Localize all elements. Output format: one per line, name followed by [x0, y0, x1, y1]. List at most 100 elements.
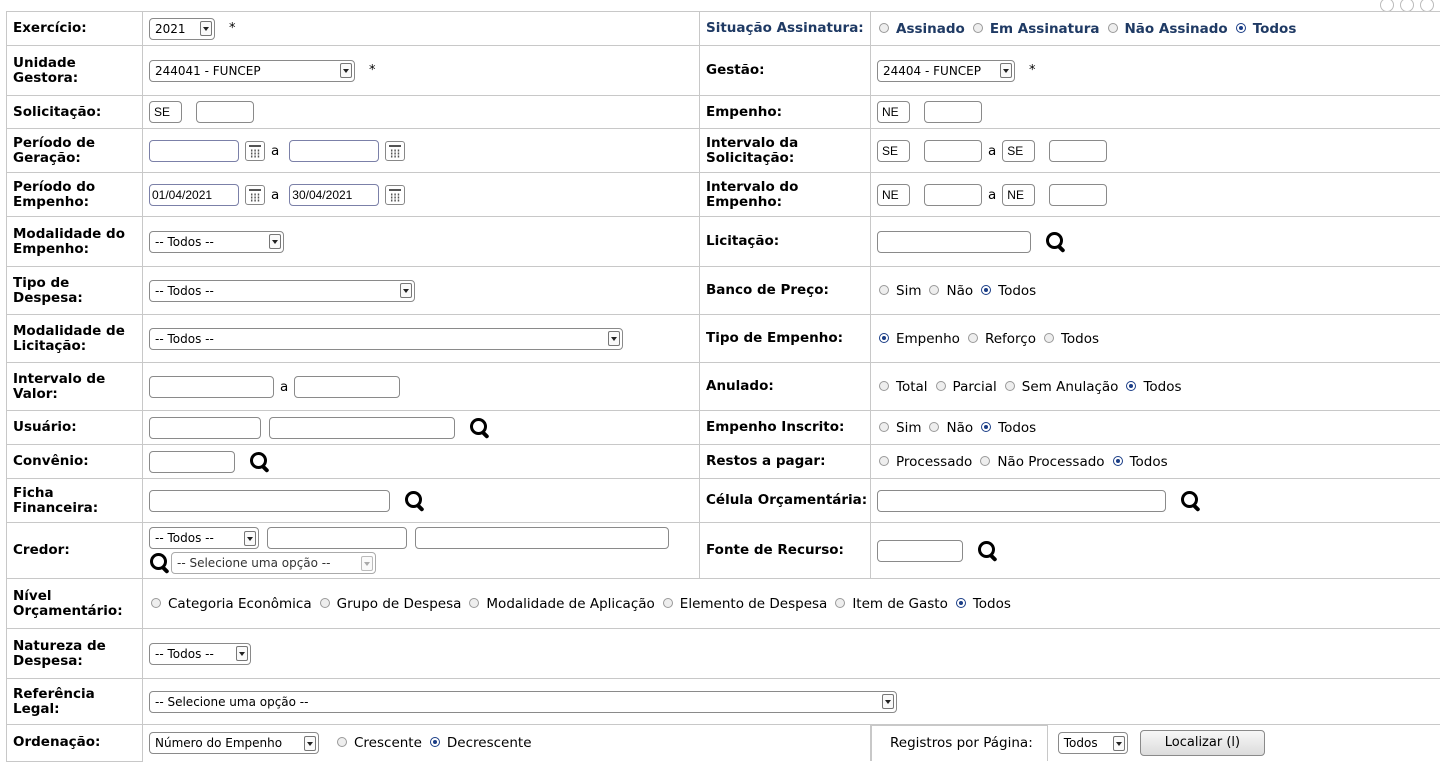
- intervalo-valor-from-input[interactable]: [149, 375, 274, 398]
- ordenacao-radio-crescente[interactable]: [337, 737, 347, 747]
- anulado-radio-total[interactable]: [879, 380, 889, 391]
- nivel-radio-categoria[interactable]: [151, 597, 161, 608]
- range-separator: a: [280, 378, 289, 395]
- calendar-icon[interactable]: [245, 184, 265, 205]
- periodo-geracao-to-input[interactable]: [289, 139, 380, 162]
- radio-label: Reforço: [984, 330, 1036, 347]
- intervalo-solicitacao-label: Intervalo da Solicitação:: [699, 128, 871, 173]
- intervalo-empenho-from-input[interactable]: [924, 183, 982, 206]
- ordenacao-select[interactable]: Número do Empenho: [149, 732, 319, 754]
- nivel-radio-modalidade[interactable]: [469, 597, 480, 608]
- credor-type-value: -- Todos --: [155, 531, 214, 545]
- anulado-label: Anulado:: [699, 362, 871, 411]
- anulado-radio-todos[interactable]: [1126, 380, 1137, 391]
- banco-preco-radio-sim[interactable]: [879, 284, 889, 295]
- nivel-radio-elemento[interactable]: [662, 597, 673, 608]
- modalidade-empenho-value: -- Todos --: [155, 234, 214, 249]
- required-marker: *: [369, 63, 376, 78]
- intervalo-empenho-to-input[interactable]: [1049, 183, 1108, 206]
- solicitacao-number-input[interactable]: [196, 101, 254, 123]
- licitacao-input[interactable]: [877, 230, 1031, 253]
- registros-select[interactable]: Todos: [1057, 732, 1128, 754]
- radio-label: Item de Gasto: [852, 595, 948, 612]
- tipo-empenho-radio-empenho[interactable]: [879, 332, 889, 343]
- empenho-inscrito-radio-nao[interactable]: [929, 421, 940, 432]
- search-icon[interactable]: [249, 451, 271, 473]
- tipo-despesa-label: Tipo de Despesa:: [6, 266, 143, 315]
- periodo-empenho-label: Período do Empenho:: [6, 172, 143, 217]
- empenho-inscrito-radio-sim[interactable]: [879, 421, 889, 432]
- periodo-empenho-to-input[interactable]: 30/04/2021: [289, 183, 380, 206]
- referencia-select[interactable]: -- Selecione uma opção --: [149, 690, 897, 713]
- radio-label: Total: [896, 378, 928, 395]
- fonte-label: Fonte de Recurso:: [699, 522, 871, 579]
- credor-option-select[interactable]: -- Selecione uma opção --: [171, 552, 376, 574]
- banco-preco-radio-todos[interactable]: [981, 284, 992, 295]
- empenho-inscrito-radio-todos[interactable]: [981, 421, 992, 432]
- banco-preco-radio-nao[interactable]: [929, 284, 940, 295]
- search-icon[interactable]: [1045, 231, 1067, 253]
- fonte-input[interactable]: [877, 539, 963, 562]
- convenio-input[interactable]: [149, 450, 235, 473]
- credor-label: Credor:: [6, 522, 143, 579]
- natureza-select[interactable]: -- Todos --: [149, 642, 251, 665]
- modalidade-empenho-select[interactable]: -- Todos --: [149, 230, 284, 253]
- tipo-empenho-radio-todos[interactable]: [1043, 332, 1054, 343]
- calendar-icon[interactable]: [385, 140, 406, 161]
- calendar-icon[interactable]: [385, 184, 406, 205]
- tipo-empenho-radio-reforco[interactable]: [967, 332, 978, 343]
- usuario-name-input[interactable]: [269, 416, 455, 439]
- radio-label: Crescente: [354, 735, 422, 751]
- unidade-select[interactable]: 244041 - FUNCEP: [149, 59, 355, 82]
- ordenacao-radio-decrescente[interactable]: [429, 737, 440, 747]
- gestao-select[interactable]: 24404 - FUNCEP: [877, 59, 1015, 82]
- tipo-despesa-select[interactable]: -- Todos --: [149, 279, 415, 302]
- anulado-radio-sem-anulacao[interactable]: [1004, 380, 1015, 391]
- intervalo-valor-label: Intervalo de Valor:: [6, 362, 143, 411]
- intervalo-valor-to-input[interactable]: [294, 375, 401, 398]
- situacao-radio-nao-assinado[interactable]: [1107, 22, 1118, 33]
- situacao-radio-em-assinatura[interactable]: [972, 22, 983, 33]
- intervalo-solicitacao-prefix-to: SE: [1002, 139, 1036, 162]
- periodo-geracao-from-input[interactable]: [149, 139, 239, 162]
- radio-label: Parcial: [952, 378, 997, 395]
- chevron-down-icon: [882, 694, 894, 709]
- search-icon[interactable]: [977, 540, 999, 562]
- range-separator: a: [988, 186, 997, 203]
- restos-radio-nao-processado[interactable]: [980, 455, 991, 466]
- radio-label: Todos: [998, 419, 1037, 436]
- credor-name-input[interactable]: [415, 527, 669, 549]
- restos-radio-processado[interactable]: [879, 455, 889, 466]
- ordenacao-label: Ordenação:: [6, 724, 143, 762]
- credor-code-input[interactable]: [267, 527, 407, 549]
- natureza-label: Natureza de Despesa:: [6, 628, 143, 679]
- anulado-radio-parcial[interactable]: [935, 380, 946, 391]
- restos-radio-todos[interactable]: [1112, 455, 1123, 466]
- modalidade-licitacao-select[interactable]: -- Todos --: [149, 327, 623, 350]
- referencia-label: Referência Legal:: [6, 678, 143, 725]
- nivel-radio-grupo[interactable]: [319, 597, 330, 608]
- required-marker: *: [1029, 63, 1036, 78]
- intervalo-solicitacao-from-input[interactable]: [924, 139, 982, 162]
- exercicio-select[interactable]: 2021: [149, 17, 215, 40]
- search-icon[interactable]: [404, 490, 426, 512]
- search-icon[interactable]: [1180, 490, 1202, 512]
- ficha-input[interactable]: [149, 489, 390, 512]
- celula-input[interactable]: [877, 489, 1166, 512]
- situacao-radio-todos[interactable]: [1235, 22, 1246, 33]
- search-icon[interactable]: [469, 417, 491, 439]
- usuario-code-input[interactable]: [149, 416, 261, 439]
- periodo-empenho-from-input[interactable]: 01/04/2021: [149, 183, 239, 206]
- intervalo-solicitacao-to-input[interactable]: [1049, 139, 1108, 162]
- empenho-number-input[interactable]: [924, 101, 982, 123]
- gestao-value: 24404 - FUNCEP: [883, 63, 981, 78]
- situacao-radio-assinado[interactable]: [879, 22, 889, 33]
- nivel-radio-todos[interactable]: [955, 597, 966, 608]
- nivel-radio-item[interactable]: [835, 597, 846, 608]
- credor-type-select[interactable]: -- Todos --: [149, 527, 259, 549]
- search-icon[interactable]: [149, 552, 171, 574]
- calendar-icon[interactable]: [245, 140, 265, 161]
- convenio-label: Convênio:: [6, 444, 143, 479]
- tipo-empenho-label: Tipo de Empenho:: [699, 314, 871, 363]
- localizar-button[interactable]: Localizar (l): [1139, 730, 1266, 756]
